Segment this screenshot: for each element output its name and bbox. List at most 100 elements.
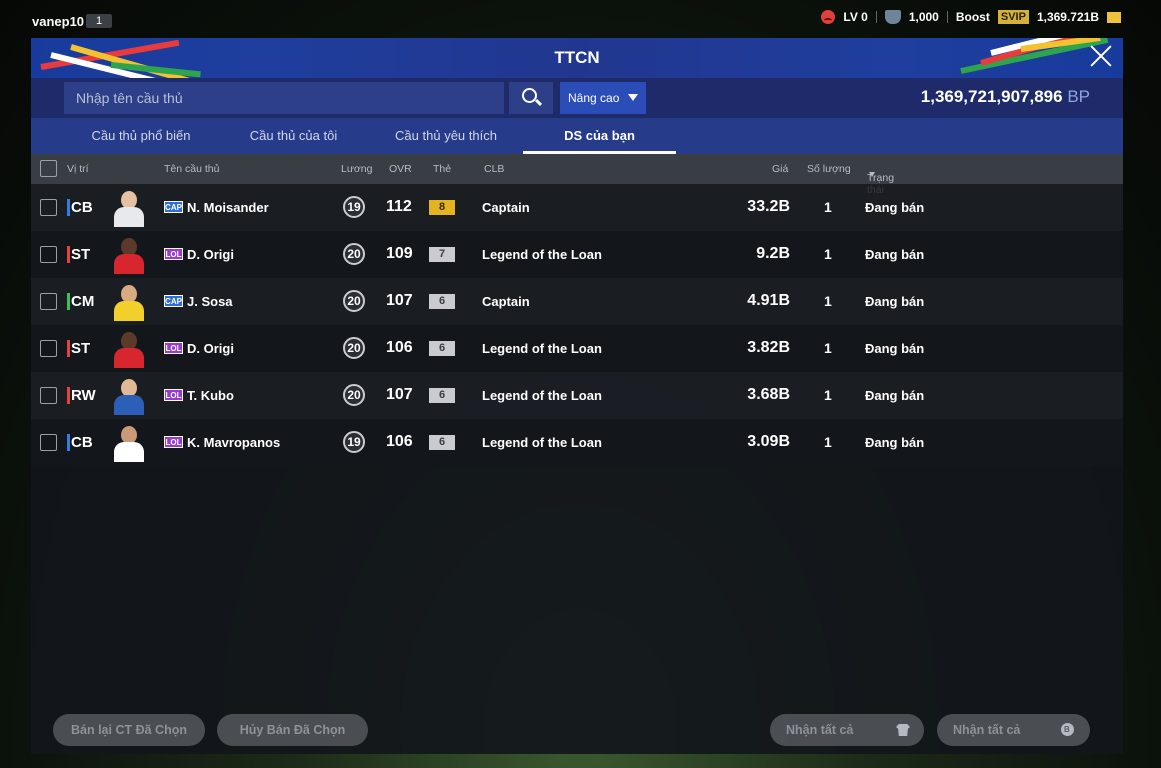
- top-status-bar: vanep10 1 LV 0 1,000 Boost SVIP 1,369.72…: [0, 0, 1161, 40]
- club-name: Legend of the Loan: [482, 388, 602, 403]
- position-color-bar: [67, 246, 70, 263]
- jersey-icon: [896, 724, 910, 736]
- row-checkbox[interactable]: [40, 434, 57, 451]
- ovr-value: 107: [386, 386, 413, 403]
- claim-all-bp-button[interactable]: Nhận tất cả: [937, 714, 1090, 746]
- quantity-value: 1: [824, 340, 832, 356]
- price-value: 4.91B: [747, 292, 790, 309]
- tab-my-players[interactable]: Cầu thủ của tôi: [231, 128, 356, 143]
- avatar-shirt: [114, 348, 144, 368]
- table-row[interactable]: RW LOL T. Kubo 20 107 6 Legend of the Lo…: [31, 372, 1123, 419]
- quantity-value: 1: [824, 387, 832, 403]
- player-name: K. Mavropanos: [187, 435, 281, 450]
- bp-coin-icon: [1061, 714, 1074, 746]
- player-avatar[interactable]: [111, 330, 147, 368]
- player-position: CB: [71, 434, 93, 451]
- season-badge: CAP: [164, 201, 183, 213]
- select-all-checkbox[interactable]: [40, 160, 57, 177]
- row-checkbox[interactable]: [40, 293, 57, 310]
- tab-your-listings[interactable]: DS của bạn: [523, 128, 676, 143]
- grade-badge: 6: [429, 341, 455, 356]
- table-row[interactable]: CB CAP N. Moisander 19 112 8 Captain 33.…: [31, 184, 1123, 231]
- header-club: CLB: [484, 163, 505, 175]
- player-name: D. Origi: [187, 247, 234, 262]
- header-grade: Thẻ: [433, 163, 452, 175]
- salary-badge: 20: [343, 243, 365, 265]
- table-row[interactable]: CB LOL K. Mavropanos 19 106 6 Legend of …: [31, 419, 1123, 466]
- username: vanep10: [32, 14, 85, 29]
- tab-popular-players[interactable]: Cầu thủ phổ biến: [71, 128, 211, 143]
- svip-badge: SVIP: [997, 10, 1029, 24]
- player-position: ST: [71, 246, 91, 263]
- bp-short: 1,369.721B: [1036, 10, 1099, 24]
- row-checkbox[interactable]: [40, 199, 57, 216]
- club-name: Legend of the Loan: [482, 341, 602, 356]
- level-text: LV 0: [843, 10, 868, 24]
- player-name: T. Kubo: [187, 388, 234, 403]
- cancel-selected-button[interactable]: Hủy Bán Đã Chọn: [217, 714, 368, 746]
- season-badge: LOL: [164, 389, 183, 401]
- player-avatar[interactable]: [111, 283, 147, 321]
- quantity-value: 1: [824, 246, 832, 262]
- search-icon[interactable]: [509, 82, 553, 114]
- bp-unit: BP: [1067, 87, 1090, 106]
- ovr-value: 112: [386, 198, 412, 215]
- player-search-input[interactable]: [64, 82, 504, 114]
- position-color-bar: [67, 340, 70, 357]
- position-color-bar: [67, 387, 70, 404]
- club-name: Legend of the Loan: [482, 247, 602, 262]
- listing-status: Đang bán: [865, 435, 925, 450]
- row-checkbox[interactable]: [40, 340, 57, 357]
- player-avatar[interactable]: [111, 189, 147, 227]
- boost-label[interactable]: Boost: [956, 10, 990, 24]
- close-button[interactable]: [1089, 44, 1113, 68]
- listing-status: Đang bán: [865, 341, 925, 356]
- transfer-market-panel: TTCN Nâng cao 1,369,721,907,896 BP Cầu t…: [31, 38, 1123, 754]
- grade-badge: 6: [429, 435, 455, 450]
- table-header: Vị trí Tên cầu thủ Lương OVR Thẻ CLB Giá…: [31, 154, 1123, 196]
- bp-ticket-icon: [1107, 11, 1121, 23]
- player-name: N. Moisander: [187, 200, 269, 215]
- resell-selected-button[interactable]: Bán lại CT Đã Chọn: [53, 714, 205, 746]
- price-value: 3.68B: [747, 386, 790, 403]
- table-row[interactable]: ST LOL D. Origi 20 106 6 Legend of the L…: [31, 325, 1123, 372]
- tab-favorite-players[interactable]: Cầu thủ yêu thích: [376, 128, 516, 143]
- listing-status: Đang bán: [865, 294, 925, 309]
- price-value: 33.2B: [747, 198, 790, 215]
- season-badge: LOL: [164, 248, 183, 260]
- row-checkbox[interactable]: [40, 387, 57, 404]
- search-row: Nâng cao 1,369,721,907,896 BP: [31, 78, 1123, 118]
- salary-badge: 20: [343, 337, 365, 359]
- salary-badge: 20: [343, 384, 365, 406]
- header-ovr: OVR: [389, 163, 412, 175]
- player-position: CB: [71, 199, 93, 216]
- claim-all-players-button[interactable]: Nhận tất cả: [770, 714, 924, 746]
- table-row[interactable]: ST LOL D. Origi 20 109 7 Legend of the L…: [31, 231, 1123, 278]
- ovr-value: 106: [386, 339, 413, 356]
- tab-bar: Cầu thủ phổ biến Cầu thủ của tôi Cầu thủ…: [31, 118, 1123, 154]
- top-right-status: LV 0 1,000 Boost SVIP 1,369.721B: [821, 10, 1121, 24]
- player-avatar[interactable]: [111, 377, 147, 415]
- bp-balance: 1,369,721,907,896 BP: [921, 87, 1090, 107]
- price-value: 3.82B: [747, 339, 790, 356]
- table-row[interactable]: CM CAP J. Sosa 20 107 6 Captain 4.91B 1 …: [31, 278, 1123, 325]
- advanced-filter-dropdown[interactable]: Nâng cao: [560, 82, 646, 114]
- season-badge: LOL: [164, 436, 183, 448]
- salary-badge: 20: [343, 290, 365, 312]
- row-checkbox[interactable]: [40, 246, 57, 263]
- panel-title: TTCN: [554, 48, 600, 67]
- avatar-shirt: [114, 301, 144, 321]
- quantity-value: 1: [824, 293, 832, 309]
- grade-badge: 6: [429, 294, 455, 309]
- player-avatar[interactable]: [111, 424, 147, 462]
- header-position: Vị trí: [67, 163, 89, 175]
- header-player-name: Tên cầu thủ: [164, 163, 220, 175]
- position-color-bar: [67, 293, 70, 310]
- claim-all-players-label: Nhận tất cả: [786, 723, 854, 737]
- listing-status: Đang bán: [865, 200, 925, 215]
- player-position: ST: [71, 340, 91, 357]
- header-price: Giá: [772, 163, 789, 175]
- player-name: J. Sosa: [187, 294, 233, 309]
- ovr-value: 107: [386, 292, 413, 309]
- player-avatar[interactable]: [111, 236, 147, 274]
